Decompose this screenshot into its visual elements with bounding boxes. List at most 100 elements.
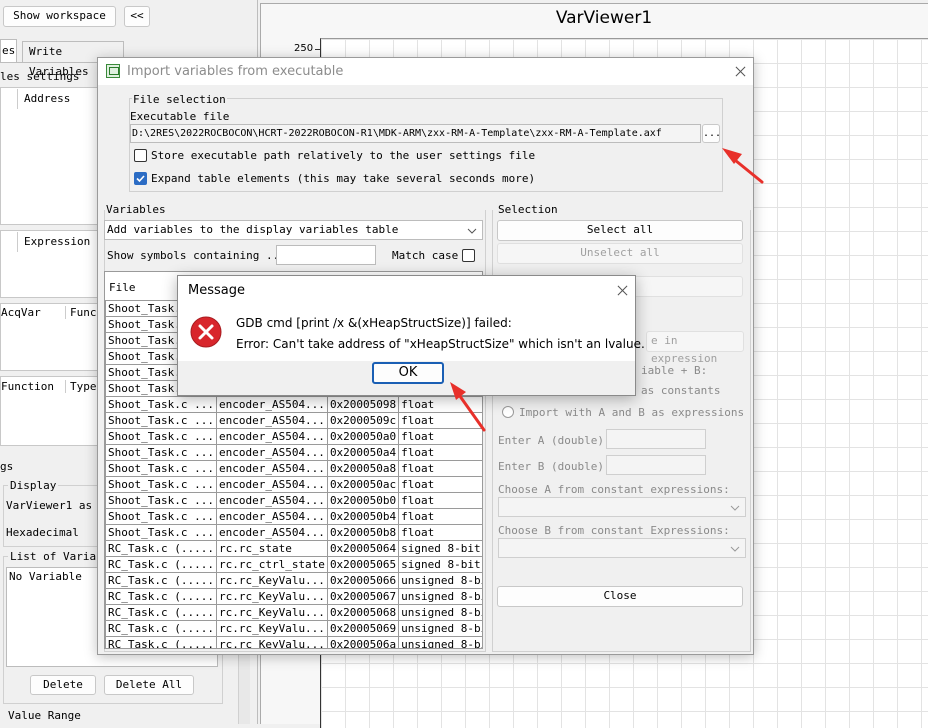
store-relative-label: Store executable path relatively to the … <box>151 149 536 162</box>
table-cell-addr: 0x200050b4 <box>326 508 400 525</box>
table-cell-type: signed 8-bit <box>398 556 482 573</box>
enter-b-label: Enter B (double): <box>498 460 611 473</box>
table-cell-file: RC_Task.c (..... <box>105 604 217 621</box>
table-cell-name: encoder_AS504... <box>215 428 328 445</box>
delete-button[interactable]: Delete <box>30 675 96 695</box>
executable-path-field[interactable]: D:\2RES\2022ROCBOCON\HCRT-2022ROBOCON-R1… <box>130 124 701 143</box>
table-row[interactable]: Shoot_Task.c ... encoder_AS504... 0x200050… <box>105 492 482 509</box>
match-case-label: Match case <box>392 249 459 262</box>
table-cell-name: encoder_AS504... <box>215 524 328 541</box>
table-cell-addr: 0x20005065 <box>326 556 400 573</box>
table-cell-type: unsigned 8-bit <box>398 604 482 621</box>
select-all-button[interactable]: Select all <box>497 220 743 241</box>
expand-table-checkbox[interactable] <box>134 172 147 185</box>
ab-formula-label: iable + B: <box>641 364 708 377</box>
list-group-label: List of Variabl <box>8 550 112 563</box>
message-line-2: Error: Can't take address of "xHeapStruc… <box>236 337 645 351</box>
table-cell-addr: 0x20005069 <box>326 620 400 637</box>
table-cell-addr: 0x20005098 <box>326 396 400 413</box>
import-dialog-title: Import variables from executable <box>127 64 344 79</box>
table-cell-file: RC_Task.c (..... <box>105 540 217 557</box>
table-row[interactable]: Shoot_Task.c ... encoder_AS504... 0x200050… <box>105 460 482 477</box>
chevron-down-icon <box>730 546 740 552</box>
table-cell-name: encoder_AS504... <box>215 508 328 525</box>
message-titlebar[interactable]: Message <box>178 276 635 304</box>
table-cell-file: Shoot_Task.c ... <box>105 460 217 477</box>
table-cell-name: encoder_AS504... <box>215 476 328 493</box>
ok-button[interactable]: OK <box>372 362 444 384</box>
enter-a-label: Enter A (double): <box>498 434 611 447</box>
col-file-header[interactable]: File <box>109 281 136 294</box>
match-case-checkbox[interactable] <box>462 249 475 262</box>
table-row[interactable]: RC_Task.c (..... rc.rc_KeyValu... 0x200050… <box>105 572 482 589</box>
table-cell-type: float <box>398 412 482 429</box>
table-row[interactable]: RC_Task.c (..... rc.rc_KeyValu... 0x200050… <box>105 620 482 637</box>
list-empty-text: No Variable <box>9 570 82 583</box>
table-row[interactable]: Shoot_Task.c ... encoder_AS504... 0x200050… <box>105 428 482 445</box>
close-icon[interactable] <box>736 66 746 76</box>
browse-button[interactable]: ... <box>702 124 721 143</box>
import-ab-expressions-radio[interactable] <box>502 406 514 418</box>
table-cell-name: rc.rc_KeyValu... <box>215 636 328 648</box>
table-cell-name: encoder_AS504... <box>215 460 328 477</box>
variables-settings-label: les settings <box>0 70 80 83</box>
table-cell-addr: 0x2000506a <box>326 636 400 648</box>
table-row[interactable]: RC_Task.c (..... rc.rc_state 0x20005064 sig… <box>105 540 482 557</box>
table-row[interactable]: RC_Task.c (..... rc.rc_ctrl_state 0x200050… <box>105 556 482 573</box>
table-cell-name: rc.rc_KeyValu... <box>215 588 328 605</box>
add-mode-select[interactable]: Add variables to the display variables t… <box>104 220 483 240</box>
table-row[interactable]: RC_Task.c (..... rc.rc_KeyValu... 0x200050… <box>105 588 482 605</box>
unselect-all-button[interactable]: Unselect all <box>497 243 743 264</box>
close-icon[interactable] <box>618 285 628 295</box>
table-row[interactable]: Shoot_Task.c ... encoder_AS504... 0x200050… <box>105 444 482 461</box>
table-cell-file: RC_Task.c (..... <box>105 620 217 637</box>
table-cell-file: Shoot_Task.c ... <box>105 508 217 525</box>
table-cell-addr: 0x20005066 <box>326 572 400 589</box>
table-row[interactable]: Shoot_Task.c ... encoder_AS504... 0x200050… <box>105 476 482 493</box>
table-cell-addr: 0x2000509c <box>326 412 400 429</box>
display-var-label: VarViewer1 as <box>6 499 93 512</box>
store-relative-checkbox[interactable] <box>134 149 147 162</box>
table-cell-name: encoder_AS504... <box>215 396 328 413</box>
table-row[interactable]: RC_Task.c (..... rc.rc_KeyValu... 0x200050… <box>105 604 482 621</box>
enter-b-input[interactable] <box>606 455 706 475</box>
table-cell-file: Shoot_Task.c ... <box>105 396 217 413</box>
table-cell-file: RC_Task.c (..... <box>105 572 217 589</box>
delete-all-button[interactable]: Delete All <box>104 675 194 695</box>
tab-variables[interactable]: es <box>0 39 17 62</box>
message-dialog: Message GDB cmd [print /x &(xHeapStructS… <box>177 275 645 396</box>
table-row[interactable]: Shoot_Task.c ... encoder_AS504... 0x200050… <box>105 396 482 413</box>
file-selection-label: File selection <box>132 93 227 106</box>
choose-b-select[interactable] <box>498 538 746 558</box>
y-tick-label: 250 <box>294 43 314 54</box>
close-button[interactable]: Close <box>497 586 743 607</box>
table-cell-type: float <box>398 508 482 525</box>
table-cell-addr: 0x20005068 <box>326 604 400 621</box>
symbol-filter-input[interactable] <box>276 245 376 265</box>
table-row[interactable]: RC_Task.c (..... rc.rc_KeyValu... 0x200050… <box>105 636 482 648</box>
add-mode-value: Add variables to the display variables t… <box>107 223 399 236</box>
enter-a-input[interactable] <box>606 429 706 449</box>
collapse-button[interactable]: << <box>124 6 150 27</box>
table-cell-file: Shoot_Task.c ... <box>105 412 217 429</box>
choose-a-select[interactable] <box>498 497 746 517</box>
table-row[interactable]: Shoot_Task.c ... encoder_AS504... 0x200050… <box>105 524 482 541</box>
table-cell-type: float <box>398 444 482 461</box>
table-cell-file: Shoot_Task.c ... <box>105 428 217 445</box>
show-workspace-button[interactable]: Show workspace <box>3 6 116 27</box>
expand-table-label: Expand table elements (this may take sev… <box>151 172 536 185</box>
table-cell-name: encoder_AS504... <box>215 412 328 429</box>
table-cell-type: unsigned 8-bit <box>398 620 482 637</box>
import-dialog-titlebar[interactable]: Import variables from executable <box>98 58 753 85</box>
table-cell-name: encoder_AS504... <box>215 492 328 509</box>
col-address: Address <box>17 89 97 109</box>
table-cell-name: encoder_AS504... <box>215 444 328 461</box>
constants-label: as constants <box>641 384 721 397</box>
table-cell-addr: 0x200050ac <box>326 476 400 493</box>
table-cell-type: unsigned 8-bit <box>398 572 482 589</box>
table-cell-file: RC_Task.c (..... <box>105 636 217 648</box>
expression-button[interactable]: e in expression <box>646 331 744 365</box>
table-row[interactable]: Shoot_Task.c ... encoder_AS504... 0x200050… <box>105 508 482 525</box>
table-cell-addr: 0x20005064 <box>326 540 400 557</box>
table-row[interactable]: Shoot_Task.c ... encoder_AS504... 0x200050… <box>105 412 482 429</box>
